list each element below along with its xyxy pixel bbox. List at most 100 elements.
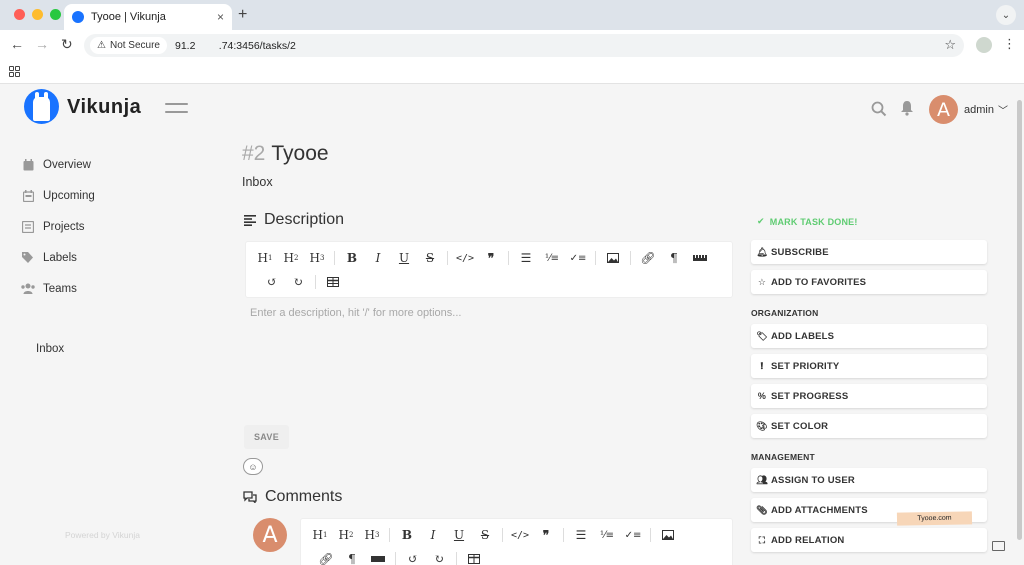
- link-icon[interactable]: 🔗︎: [635, 248, 661, 268]
- add-labels-button[interactable]: 🏷︎ ADD LABELS: [751, 324, 987, 348]
- image-icon[interactable]: [655, 525, 681, 545]
- code-icon[interactable]: </>: [452, 248, 478, 268]
- horizontal-rule-icon[interactable]: [687, 248, 713, 268]
- strikethrough-button[interactable]: S: [472, 525, 498, 545]
- bullet-list-icon[interactable]: ☰: [568, 525, 594, 545]
- tab-close-icon[interactable]: ×: [217, 10, 224, 24]
- ordered-list-icon[interactable]: ⅟≡: [539, 248, 565, 268]
- heading-1-button[interactable]: H1: [252, 248, 278, 268]
- vikunja-logo-icon[interactable]: [24, 89, 59, 124]
- redo-icon[interactable]: ↻: [426, 549, 452, 565]
- bold-button[interactable]: B: [394, 525, 420, 545]
- task-title[interactable]: Tyooe: [271, 142, 328, 165]
- task-list-icon[interactable]: ✓≡: [620, 525, 646, 545]
- image-icon[interactable]: [600, 248, 626, 268]
- assign-label: ASSIGN TO USER: [771, 474, 855, 486]
- undo-icon[interactable]: ↺: [259, 272, 285, 292]
- sidebar-item-overview[interactable]: Overview: [21, 149, 95, 180]
- heading-1-button[interactable]: H1: [307, 525, 333, 545]
- powered-by[interactable]: Powered by Vikunja: [65, 530, 140, 540]
- security-chip-label: Not Secure: [109, 40, 160, 51]
- save-button[interactable]: SAVE: [244, 425, 289, 449]
- new-tab-button[interactable]: +: [238, 6, 247, 24]
- subscribe-button[interactable]: 🔔︎ SUBSCRIBE: [751, 240, 987, 264]
- code-icon[interactable]: </>: [507, 525, 533, 545]
- bell-icon[interactable]: [900, 100, 914, 116]
- underline-button[interactable]: U: [446, 525, 472, 545]
- back-arrow-icon[interactable]: ←: [10, 36, 24, 52]
- hamburger-menu-icon[interactable]: [165, 103, 188, 119]
- table-icon[interactable]: [320, 272, 346, 292]
- logo-text[interactable]: Vikunja: [67, 96, 141, 119]
- maximize-window-button[interactable]: [50, 9, 61, 20]
- description-editor[interactable]: Enter a description, hit '/' for more op…: [250, 307, 461, 319]
- sidebar-item-label: Teams: [43, 282, 77, 295]
- heading-2-button[interactable]: H2: [333, 525, 359, 545]
- emoji-reaction-icon[interactable]: ☺: [243, 458, 263, 475]
- task-number: #2: [242, 142, 266, 165]
- browser-menu-icon[interactable]: ⋮: [1003, 36, 1016, 52]
- tab-search-chevron-icon[interactable]: ⌄: [996, 5, 1016, 25]
- calendar-icon: [21, 158, 35, 171]
- security-chip[interactable]: ⚠ Not Secure: [90, 37, 167, 54]
- reload-icon[interactable]: ↻: [61, 36, 73, 53]
- omnibox[interactable]: ⚠ Not Secure 91.2 .74:3456/tasks/2 ☆: [84, 34, 964, 57]
- underline-button[interactable]: U: [391, 248, 417, 268]
- sidebar-project-inbox[interactable]: Inbox: [36, 343, 64, 355]
- user-menu[interactable]: admin ﹀: [964, 102, 1008, 118]
- set-priority-button[interactable]: ❗︎ SET PRIORITY: [751, 354, 987, 378]
- attachments-label: ADD ATTACHMENTS: [771, 504, 868, 516]
- keyboard-icon[interactable]: [992, 541, 1005, 551]
- heading-3-button[interactable]: H3: [304, 248, 330, 268]
- forward-arrow-icon[interactable]: →: [35, 36, 49, 52]
- link-icon[interactable]: 🔗︎: [313, 549, 339, 565]
- vikunja-app: Vikunja A admin ﹀ Overview Upcoming Proj…: [0, 85, 1014, 565]
- italic-button[interactable]: I: [365, 248, 391, 268]
- quote-icon[interactable]: ❞: [533, 525, 559, 545]
- task-project[interactable]: Inbox: [242, 175, 273, 189]
- add-relation-button[interactable]: ⛶ ADD RELATION: [751, 528, 987, 552]
- search-icon[interactable]: [871, 101, 887, 117]
- heading-3-button[interactable]: H3: [359, 525, 385, 545]
- sidebar-item-labels[interactable]: Labels: [21, 242, 95, 273]
- minimize-window-button[interactable]: [32, 9, 43, 20]
- horizontal-rule-icon[interactable]: [365, 549, 391, 565]
- bold-button[interactable]: B: [339, 248, 365, 268]
- redo-icon[interactable]: ↻: [285, 272, 311, 292]
- set-progress-button[interactable]: % SET PROGRESS: [751, 384, 987, 408]
- subscribe-label: SUBSCRIBE: [771, 246, 829, 258]
- ordered-list-icon[interactable]: ⅟≡: [594, 525, 620, 545]
- fill-drip-icon: 🎨︎: [756, 420, 768, 431]
- task-list-icon[interactable]: ✓≡: [565, 248, 591, 268]
- paragraph-icon[interactable]: ¶: [661, 248, 687, 268]
- undo-icon[interactable]: ↺: [400, 549, 426, 565]
- sidebar-item-projects[interactable]: Projects: [21, 211, 95, 242]
- user-avatar[interactable]: A: [929, 95, 958, 124]
- quote-icon[interactable]: ❞: [478, 248, 504, 268]
- close-window-button[interactable]: [14, 9, 25, 20]
- browser-tab-bar: Tyooe | Vikunja × + ⌄: [0, 0, 1024, 30]
- add-to-favorites-button[interactable]: ☆ ADD TO FAVORITES: [751, 270, 987, 294]
- extension-icon[interactable]: [976, 37, 992, 53]
- heading-2-button[interactable]: H2: [278, 248, 304, 268]
- comment-avatar: A: [253, 518, 287, 552]
- mark-task-done-button[interactable]: ✔ MARK TASK DONE!: [757, 216, 858, 227]
- page-scrollbar[interactable]: [1014, 85, 1024, 565]
- relation-label: ADD RELATION: [771, 534, 845, 546]
- set-color-button[interactable]: 🎨︎ SET COLOR: [751, 414, 987, 438]
- italic-button[interactable]: I: [420, 525, 446, 545]
- bookmark-star-icon[interactable]: ☆: [944, 37, 956, 53]
- favorites-label: ADD TO FAVORITES: [771, 276, 867, 288]
- scrollbar-thumb[interactable]: [1017, 100, 1022, 540]
- assign-to-user-button[interactable]: 👥︎ ASSIGN TO USER: [751, 468, 987, 492]
- bullet-list-icon[interactable]: ☰: [513, 248, 539, 268]
- bookmarks-bar: [0, 60, 1024, 84]
- strikethrough-button[interactable]: S: [417, 248, 443, 268]
- sidebar-item-upcoming[interactable]: Upcoming: [21, 180, 95, 211]
- sidebar-item-label: Projects: [43, 220, 85, 233]
- sidebar-item-teams[interactable]: Teams: [21, 273, 95, 304]
- table-icon[interactable]: [461, 549, 487, 565]
- paragraph-icon[interactable]: ¶: [339, 549, 365, 565]
- browser-tab[interactable]: Tyooe | Vikunja ×: [64, 4, 232, 30]
- apps-grid-icon[interactable]: [9, 66, 20, 77]
